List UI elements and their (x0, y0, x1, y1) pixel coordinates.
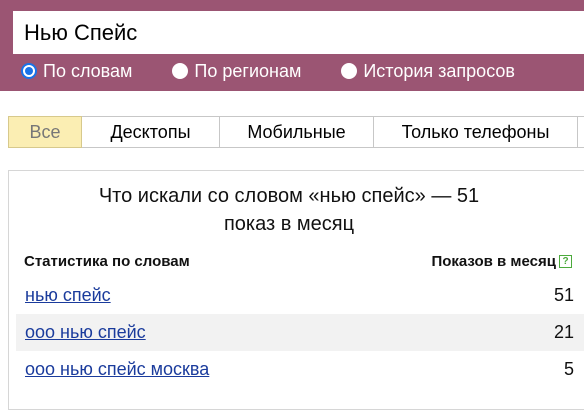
column-header-count-wrap: Показов в месяц ? (431, 253, 572, 270)
results-title: Что искали со словом «нью спейс» — 51 по… (9, 182, 569, 238)
search-mode-group: По словам По регионам История запросов (21, 59, 515, 83)
mode-history[interactable]: История запросов (341, 61, 515, 82)
tab-overflow (578, 116, 584, 148)
search-panel: По словам По регионам История запросов (0, 0, 584, 91)
impressions-count: 21 (553, 322, 574, 342)
radio-checked-icon[interactable] (21, 63, 37, 79)
tab-all[interactable]: Все (8, 116, 82, 148)
keyword-link[interactable]: ооо нью спейс москва (25, 359, 209, 380)
search-input[interactable] (13, 11, 584, 54)
device-tabs: Все Десктопы Мобильные Только телефоны (8, 116, 584, 148)
mode-by-regions[interactable]: По регионам (172, 61, 301, 82)
tab-phones-only[interactable]: Только телефоны (374, 116, 578, 148)
tab-mobile[interactable]: Мобильные (220, 116, 374, 148)
radio-unchecked-icon[interactable] (172, 63, 189, 79)
help-icon[interactable]: ? (559, 255, 572, 268)
keyword-link[interactable]: нью спейс (25, 285, 111, 306)
keyword-link[interactable]: ооо нью спейс (25, 322, 146, 343)
tab-desktops[interactable]: Десктопы (82, 116, 220, 148)
mode-by-words[interactable]: По словам (21, 61, 132, 82)
radio-unchecked-icon[interactable] (341, 63, 358, 79)
results-card: Что искали со словом «нью спейс» — 51 по… (8, 170, 584, 410)
column-header-keyword: Статистика по словам (24, 253, 190, 270)
table-row: ооо нью спейс 21 (16, 314, 584, 351)
column-header-count: Показов в месяц (431, 253, 556, 270)
impressions-count: 5 (563, 359, 574, 379)
results-title-line-2: показ в месяц (223, 213, 355, 235)
table-row: нью спейс 51 (16, 277, 584, 314)
results-title-line-1: Что искали со словом «нью спейс» — 51 (98, 185, 480, 207)
mode-by-regions-label: По регионам (194, 60, 302, 81)
mode-history-label: История запросов (363, 60, 515, 81)
table-row: ооо нью спейс москва 5 (16, 351, 584, 388)
mode-by-words-label: По словам (43, 60, 133, 81)
impressions-count: 51 (553, 285, 574, 305)
